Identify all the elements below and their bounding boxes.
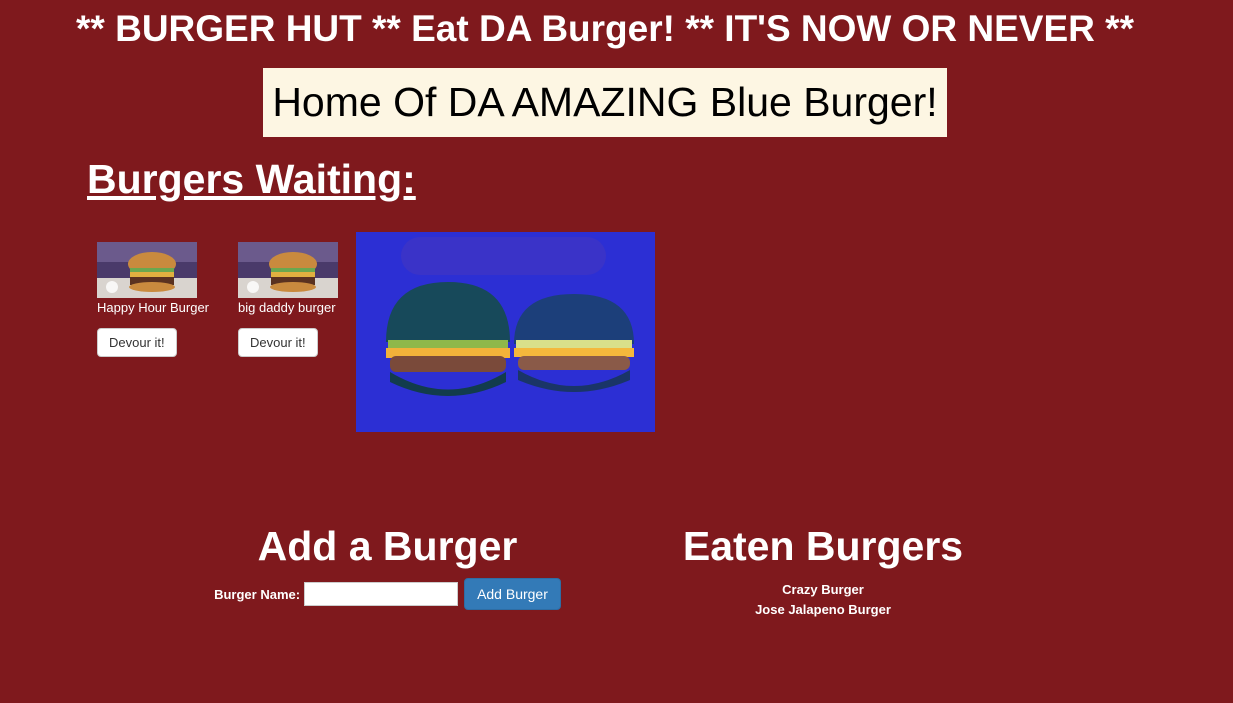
burger-card: big daddy burger Devour it! xyxy=(238,242,368,357)
burger-thumbnail xyxy=(238,242,338,298)
burger-name: Happy Hour Burger xyxy=(97,300,209,315)
eaten-burgers-section: Eaten Burgers Crazy Burger Jose Jalapeno… xyxy=(660,520,986,620)
burger-thumbnail xyxy=(97,242,197,298)
devour-button[interactable]: Devour it! xyxy=(97,328,177,357)
add-burger-button[interactable]: Add Burger xyxy=(464,578,561,610)
blue-burger-image xyxy=(356,232,655,432)
add-burger-heading: Add a Burger xyxy=(257,523,518,569)
burger-name-input[interactable] xyxy=(304,582,459,606)
eaten-burgers-list: Crazy Burger Jose Jalapeno Burger xyxy=(660,580,986,620)
marquee-banner: ** BURGER HUT ** Eat DA Burger! ** IT'S … xyxy=(76,8,1134,49)
list-item: Jose Jalapeno Burger xyxy=(755,602,891,617)
devour-button[interactable]: Devour it! xyxy=(238,328,318,357)
eaten-burgers-heading: Eaten Burgers xyxy=(682,523,964,569)
list-item: Crazy Burger xyxy=(782,582,864,597)
tagline-container: Home Of DA AMAZING Blue Burger! xyxy=(0,68,1210,137)
burger-name-label: Burger Name: xyxy=(214,586,301,602)
burger-name: big daddy burger xyxy=(238,300,336,315)
add-burger-form: Burger Name: Add Burger xyxy=(200,578,575,610)
add-burger-section: Add a Burger Burger Name: Add Burger xyxy=(200,520,575,610)
tagline: Home Of DA AMAZING Blue Burger! xyxy=(263,68,947,137)
burger-card: Happy Hour Burger Devour it! xyxy=(97,242,227,357)
burgers-waiting-heading: Burgers Waiting: xyxy=(87,156,416,202)
